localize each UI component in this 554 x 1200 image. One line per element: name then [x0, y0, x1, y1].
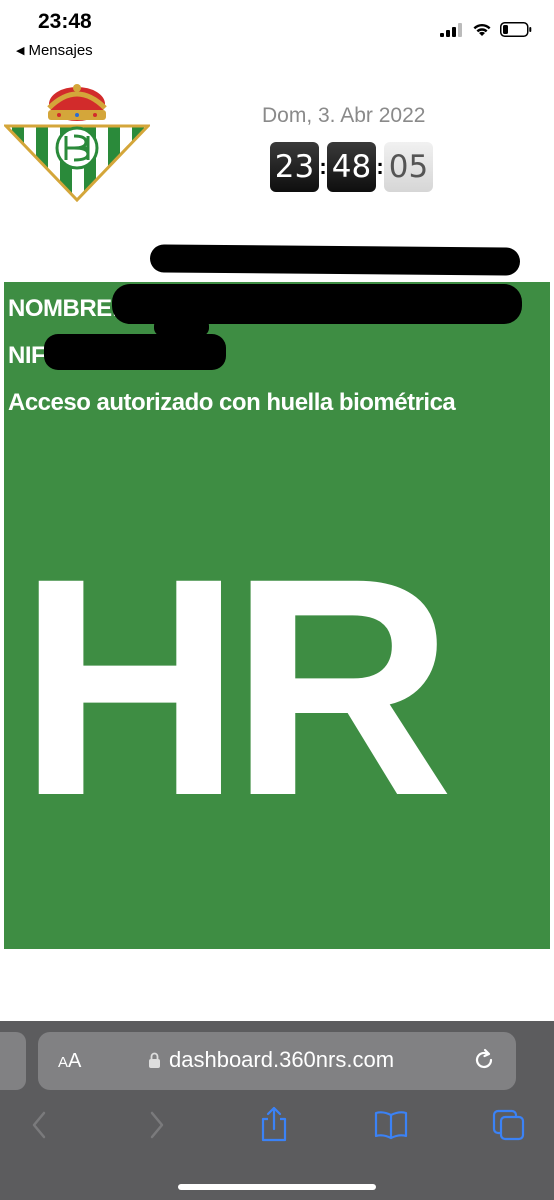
text-size-button[interactable]: AA [58, 1050, 81, 1073]
status-bar: 23:48 ◀ Mensajes [0, 0, 554, 70]
previous-tab-pill[interactable] [0, 1032, 26, 1090]
browser-toolbar [0, 1106, 554, 1159]
status-icons [440, 22, 532, 37]
browser-bottom-bar: AA dashboard.360nrs.com [0, 1021, 554, 1200]
wifi-icon [473, 23, 491, 36]
clock-minutes: 48 [327, 142, 376, 192]
address-bar[interactable]: AA dashboard.360nrs.com [38, 1032, 516, 1090]
back-link-label: Mensajes [28, 42, 93, 59]
digital-clock: 23 : 48 : 05 [270, 142, 433, 192]
date-display: Dom, 3. Abr 2022 [262, 104, 426, 127]
nif-redaction [44, 334, 226, 370]
clock-hours: 23 [270, 142, 319, 192]
redaction-mark [149, 244, 521, 276]
battery-icon [500, 22, 532, 37]
home-indicator [178, 1184, 376, 1190]
clock-separator: : [319, 154, 327, 179]
url-display[interactable]: dashboard.360nrs.com [148, 1047, 394, 1073]
share-icon[interactable] [258, 1105, 290, 1143]
lock-icon [149, 1052, 160, 1068]
status-time: 23:48 [38, 10, 92, 33]
access-code: HR [18, 513, 454, 860]
access-status-text: Acceso autorizado con huella biométrica [8, 389, 456, 416]
access-card: NOMBRE: NIF: Acceso autorizado con huell… [4, 282, 550, 949]
clock-separator: : [376, 154, 384, 179]
nombre-label: NOMBRE: [8, 295, 120, 322]
back-to-mensajes-link[interactable]: ◀ Mensajes [16, 42, 93, 59]
signal-icon [440, 22, 462, 37]
forward-chevron-icon[interactable] [146, 1109, 168, 1141]
clock-seconds: 05 [384, 142, 433, 192]
bookmarks-icon[interactable] [373, 1109, 409, 1141]
back-chevron-icon[interactable] [28, 1109, 50, 1141]
club-crest-logo [4, 84, 150, 202]
back-triangle-icon: ◀ [16, 45, 25, 57]
tabs-icon[interactable] [492, 1109, 526, 1141]
url-text: dashboard.360nrs.com [169, 1047, 395, 1072]
reload-icon[interactable] [470, 1046, 498, 1074]
